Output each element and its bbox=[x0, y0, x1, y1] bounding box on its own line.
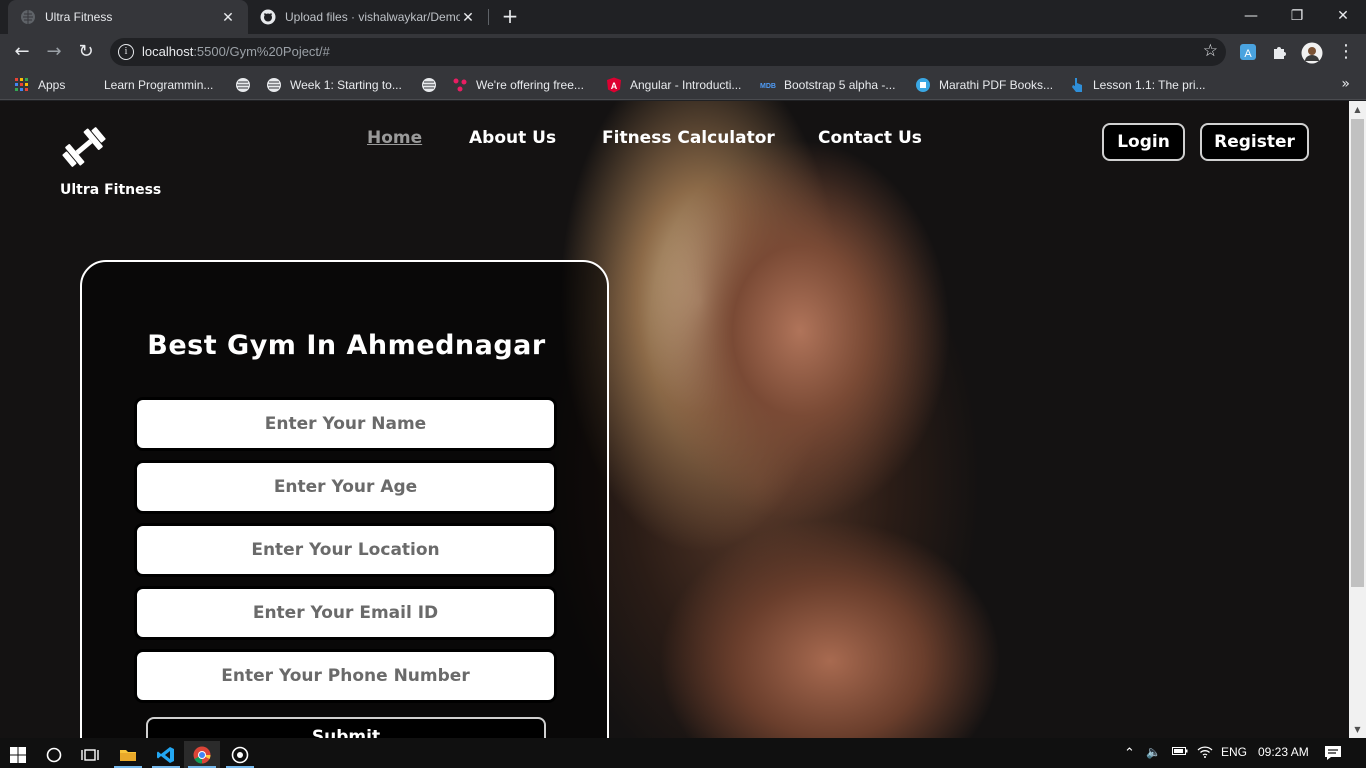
close-tab-icon[interactable]: ✕ bbox=[220, 9, 236, 25]
browser-tab-strip: Ultra Fitness ✕ Upload files · vishalway… bbox=[0, 0, 1366, 34]
phone-input[interactable] bbox=[134, 649, 557, 703]
apps-grid-icon bbox=[14, 77, 30, 93]
show-hidden-icons-icon[interactable]: ⌃ bbox=[1124, 745, 1135, 761]
battery-icon[interactable] bbox=[1172, 745, 1188, 760]
svg-text:A: A bbox=[611, 81, 618, 91]
new-tab-plus-icon[interactable]: + bbox=[498, 5, 522, 29]
volume-icon[interactable]: 🔈 bbox=[1146, 745, 1161, 759]
tab-github-upload[interactable]: Upload files · vishalwaykar/Demo ✕ bbox=[248, 0, 488, 34]
nav-fitness-calculator[interactable]: Fitness Calculator bbox=[602, 128, 775, 148]
bookmark-label: Marathi PDF Books... bbox=[939, 78, 1054, 92]
bookmark-label: Week 1: Starting to... bbox=[290, 78, 402, 92]
bookmark-globe[interactable] bbox=[235, 76, 259, 94]
bookmark-label: Learn Programmin... bbox=[104, 78, 214, 92]
reload-icon[interactable]: ↻ bbox=[74, 40, 98, 64]
scrollbar-thumb[interactable] bbox=[1351, 119, 1364, 587]
language-indicator[interactable]: ENG bbox=[1221, 745, 1247, 759]
dots-icon bbox=[452, 77, 468, 93]
location-input[interactable] bbox=[134, 523, 557, 577]
submit-button[interactable]: Submit bbox=[146, 717, 546, 738]
bookmark-lesson[interactable]: Lesson 1.1: The pri... bbox=[1069, 76, 1206, 94]
bookmark-bootstrap[interactable]: MDB Bootstrap 5 alpha -... bbox=[760, 76, 895, 94]
minimize-window-icon[interactable]: — bbox=[1238, 4, 1264, 28]
email-input[interactable] bbox=[134, 586, 557, 640]
scroll-down-arrow-icon[interactable]: ▼ bbox=[1349, 721, 1366, 738]
search-circle-icon[interactable] bbox=[36, 741, 72, 768]
signup-form-card: Best Gym In Ahmednagar Submit bbox=[80, 260, 609, 738]
back-arrow-icon[interactable]: ← bbox=[10, 40, 34, 64]
form-title: Best Gym In Ahmednagar bbox=[147, 330, 546, 361]
brand-name: Ultra Fitness bbox=[60, 182, 162, 198]
media-app-icon[interactable] bbox=[222, 741, 258, 768]
book-icon bbox=[915, 77, 931, 93]
globe-icon bbox=[235, 77, 251, 93]
age-input[interactable] bbox=[134, 460, 557, 514]
nav-about-us[interactable]: About Us bbox=[469, 128, 556, 148]
bookmark-label: Bootstrap 5 alpha -... bbox=[784, 78, 896, 92]
bookmark-label: Angular - Introducti... bbox=[630, 78, 742, 92]
file-explorer-icon[interactable] bbox=[110, 741, 146, 768]
wifi-icon[interactable] bbox=[1197, 745, 1213, 762]
page-hero: Ultra Fitness Home About Us Fitness Calc… bbox=[0, 101, 1349, 738]
restore-window-icon[interactable]: ❐ bbox=[1284, 4, 1310, 28]
extensions-puzzle-icon[interactable] bbox=[1270, 42, 1290, 62]
globe-icon bbox=[20, 9, 36, 25]
tab-title: Upload files · vishalwaykar/Demo bbox=[285, 10, 460, 24]
extension-translate-icon[interactable]: A bbox=[1238, 42, 1258, 62]
bookmark-apps[interactable]: Apps bbox=[14, 76, 65, 94]
bookmark-marathi-books[interactable]: Marathi PDF Books... bbox=[915, 76, 1053, 94]
tab-ultra-fitness[interactable]: Ultra Fitness ✕ bbox=[8, 0, 248, 34]
svg-text:A: A bbox=[1244, 48, 1252, 60]
page-scrollbar[interactable]: ▲ ▼ bbox=[1349, 101, 1366, 738]
bookmark-label: Apps bbox=[38, 78, 66, 92]
blank-icon bbox=[80, 77, 96, 93]
name-input[interactable] bbox=[134, 397, 557, 451]
bookmark-angular[interactable]: A Angular - Introducti... bbox=[606, 76, 741, 94]
site-info-icon[interactable]: i bbox=[118, 44, 134, 60]
close-tab-icon[interactable]: ✕ bbox=[460, 9, 476, 25]
nav-contact-us[interactable]: Contact Us bbox=[818, 128, 922, 148]
globe-icon bbox=[421, 77, 437, 93]
url-host: localhost bbox=[142, 44, 194, 59]
login-button[interactable]: Login bbox=[1102, 123, 1185, 161]
register-button[interactable]: Register bbox=[1200, 123, 1309, 161]
vscode-icon[interactable] bbox=[148, 741, 184, 768]
pointer-icon bbox=[1069, 77, 1085, 93]
bookmark-label: We're offering free... bbox=[476, 78, 584, 92]
forward-arrow-icon[interactable]: → bbox=[42, 40, 66, 64]
bookmark-star-icon[interactable]: ☆ bbox=[1203, 41, 1218, 61]
notifications-icon[interactable] bbox=[1324, 745, 1342, 764]
svg-text:MDB: MDB bbox=[760, 83, 776, 90]
address-bar[interactable]: i localhost:5500/Gym%20Poject/# ☆ bbox=[110, 38, 1226, 66]
nav-home[interactable]: Home bbox=[367, 128, 422, 148]
bookmark-learn-programming[interactable]: Learn Programmin... bbox=[80, 76, 213, 94]
bookmarks-bar: Apps Learn Programmin... Week 1: Startin… bbox=[0, 70, 1366, 100]
bookmark-offering-free[interactable]: We're offering free... bbox=[452, 76, 584, 94]
url-text: localhost:5500/Gym%20Poject/# bbox=[142, 44, 330, 59]
globe-icon bbox=[266, 77, 282, 93]
chrome-icon[interactable] bbox=[184, 741, 220, 768]
dumbbell-logo-icon bbox=[62, 127, 106, 167]
more-bookmarks-icon[interactable]: » bbox=[1341, 76, 1350, 92]
task-view-icon[interactable] bbox=[72, 741, 108, 768]
browser-toolbar: ← → ↻ i localhost:5500/Gym%20Poject/# ☆ … bbox=[0, 34, 1366, 70]
tab-title: Ultra Fitness bbox=[45, 10, 113, 24]
bookmark-week-1[interactable]: Week 1: Starting to... bbox=[266, 76, 402, 94]
tab-separator bbox=[488, 9, 489, 25]
windows-taskbar: ⌃ 🔈 ENG 09:23 AM bbox=[0, 738, 1366, 768]
mdb-icon: MDB bbox=[760, 77, 776, 93]
close-window-icon[interactable]: ✕ bbox=[1330, 4, 1356, 28]
chrome-menu-icon[interactable]: ⋮ bbox=[1334, 40, 1358, 64]
profile-avatar[interactable] bbox=[1301, 42, 1323, 64]
bookmark-globe-2[interactable] bbox=[421, 76, 445, 94]
url-path: :5500/Gym%20Poject/# bbox=[193, 44, 330, 59]
clock-time[interactable]: 09:23 AM bbox=[1258, 745, 1309, 759]
windows-start-icon[interactable] bbox=[0, 741, 36, 768]
bookmark-label: Lesson 1.1: The pri... bbox=[1093, 78, 1206, 92]
scroll-up-arrow-icon[interactable]: ▲ bbox=[1349, 101, 1366, 118]
angular-icon: A bbox=[606, 77, 622, 93]
github-icon bbox=[260, 9, 276, 25]
